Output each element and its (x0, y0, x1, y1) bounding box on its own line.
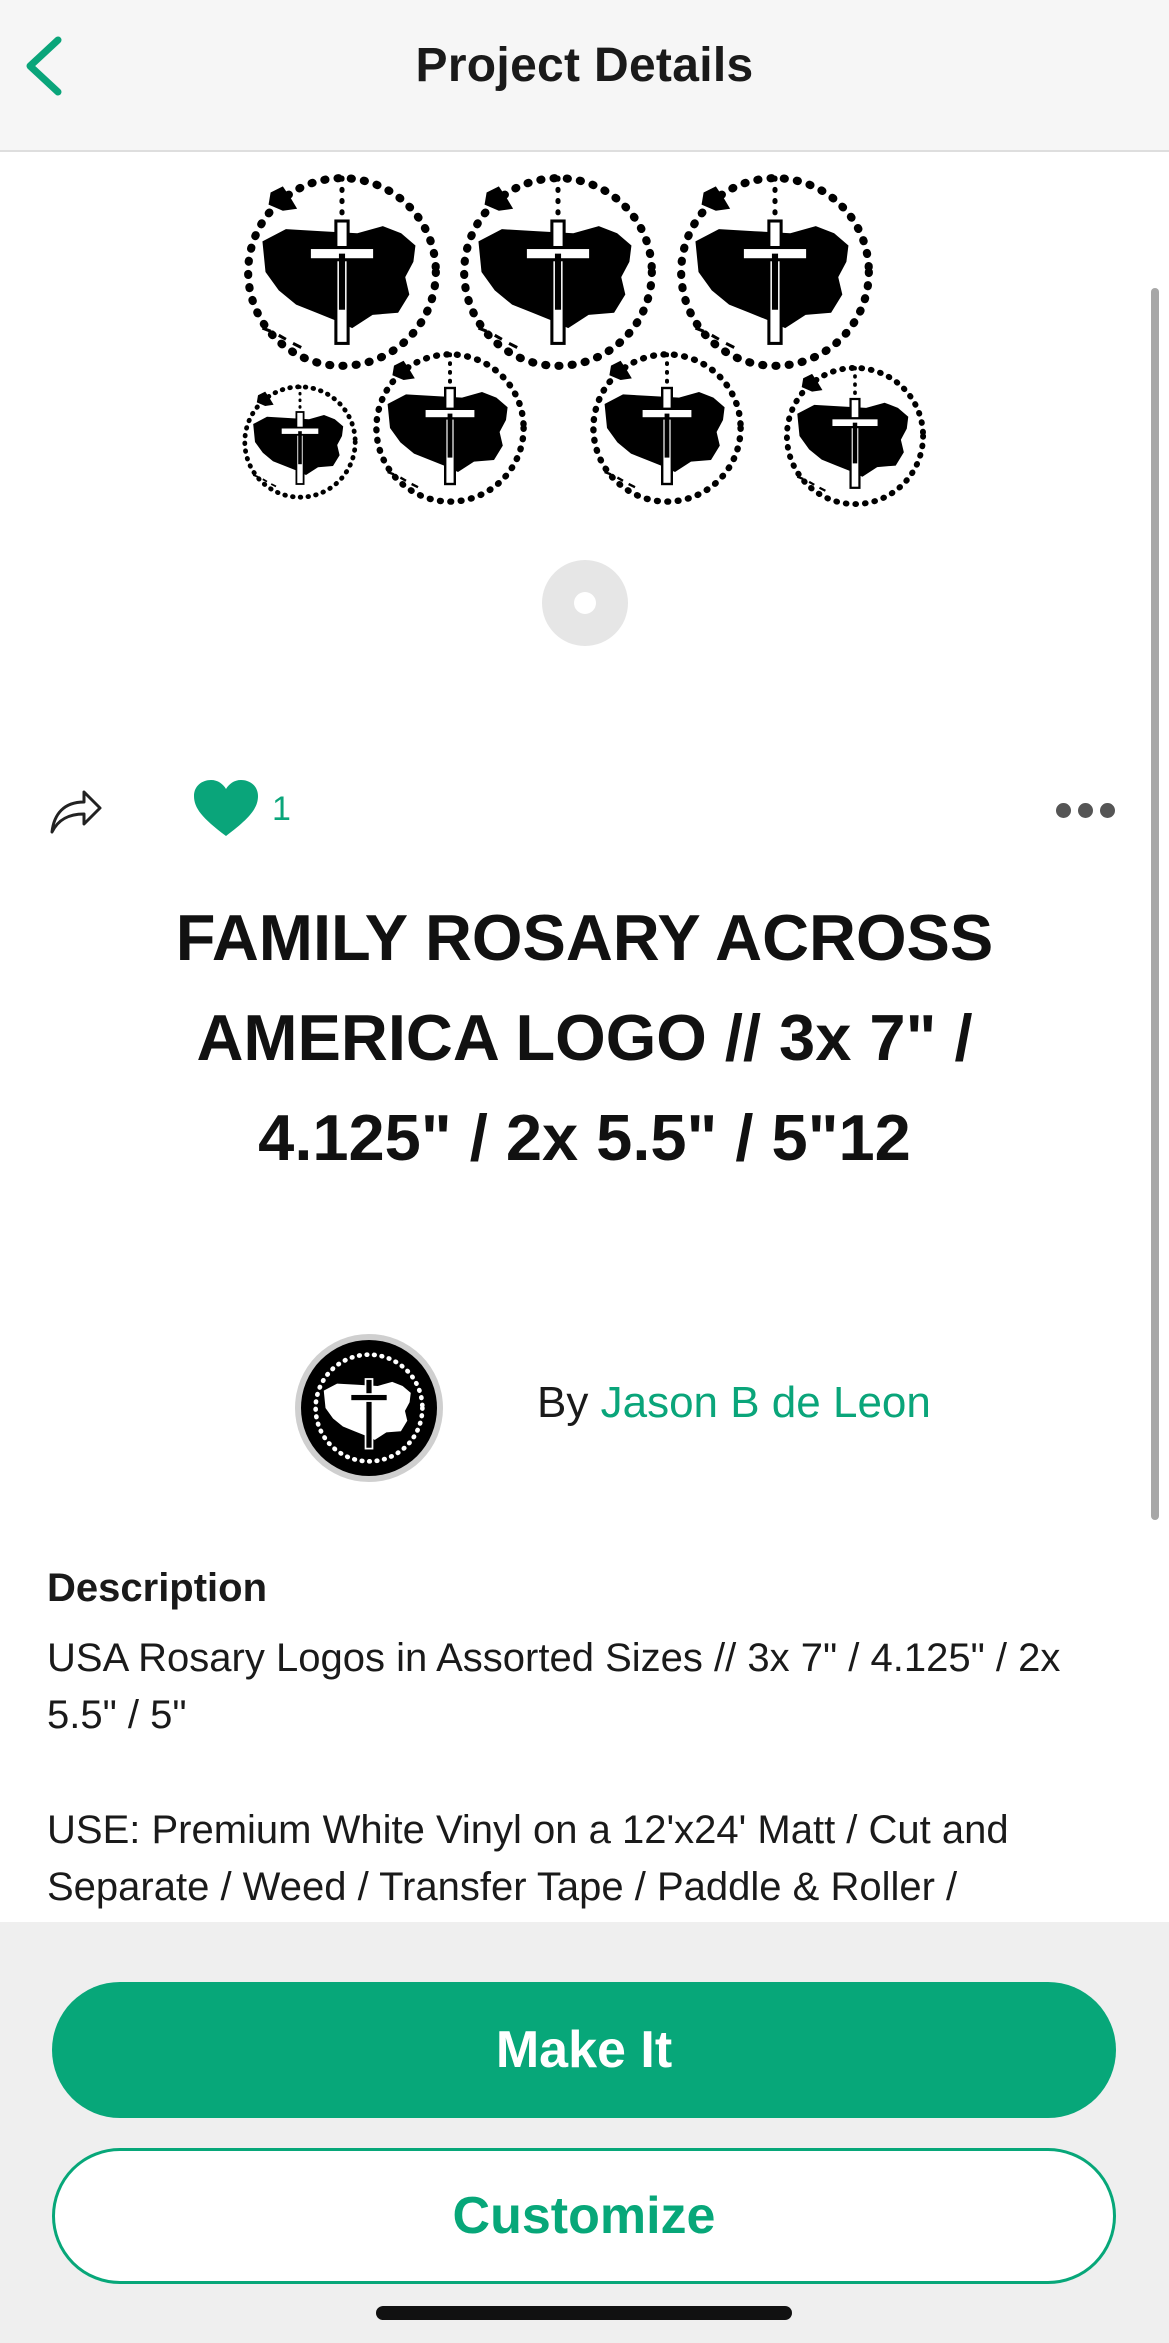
more-dots-icon (1078, 803, 1093, 818)
page-title: Project Details (415, 39, 754, 92)
project-hero-image[interactable] (220, 160, 950, 520)
like-count: 1 (272, 790, 291, 828)
description-paragraph: USE: Premium White Vinyl on a 12'x24' Ma… (47, 1808, 1009, 1909)
author-avatar[interactable] (293, 1332, 445, 1484)
make-it-button[interactable]: Make It (52, 1982, 1116, 2118)
more-dots-icon (1056, 803, 1071, 818)
like-button[interactable] (192, 778, 260, 840)
share-arrow-icon (50, 790, 102, 834)
description-heading: Description (47, 1566, 268, 1610)
home-indicator[interactable] (376, 2306, 792, 2320)
rosary-logos-image (220, 160, 950, 520)
project-title: FAMILY ROSARY ACROSS AMERICA LOGO // 3x … (175, 901, 994, 1174)
carousel-page-indicator[interactable] (542, 560, 628, 646)
author-byline: By Jason B de Leon (537, 1378, 931, 1428)
heart-icon (194, 780, 258, 836)
share-button[interactable] (46, 780, 106, 840)
app-header: Project Details (0, 0, 1169, 152)
by-label: By (537, 1378, 589, 1427)
scrollbar[interactable] (1151, 288, 1159, 1520)
description-paragraph: USA Rosary Logos in Assorted Sizes // 3x… (47, 1636, 1061, 1737)
author-name-link[interactable]: Jason B de Leon (601, 1378, 931, 1427)
more-options-button[interactable] (1050, 796, 1120, 826)
more-dots-icon (1100, 803, 1115, 818)
customize-button[interactable]: Customize (52, 2148, 1116, 2284)
